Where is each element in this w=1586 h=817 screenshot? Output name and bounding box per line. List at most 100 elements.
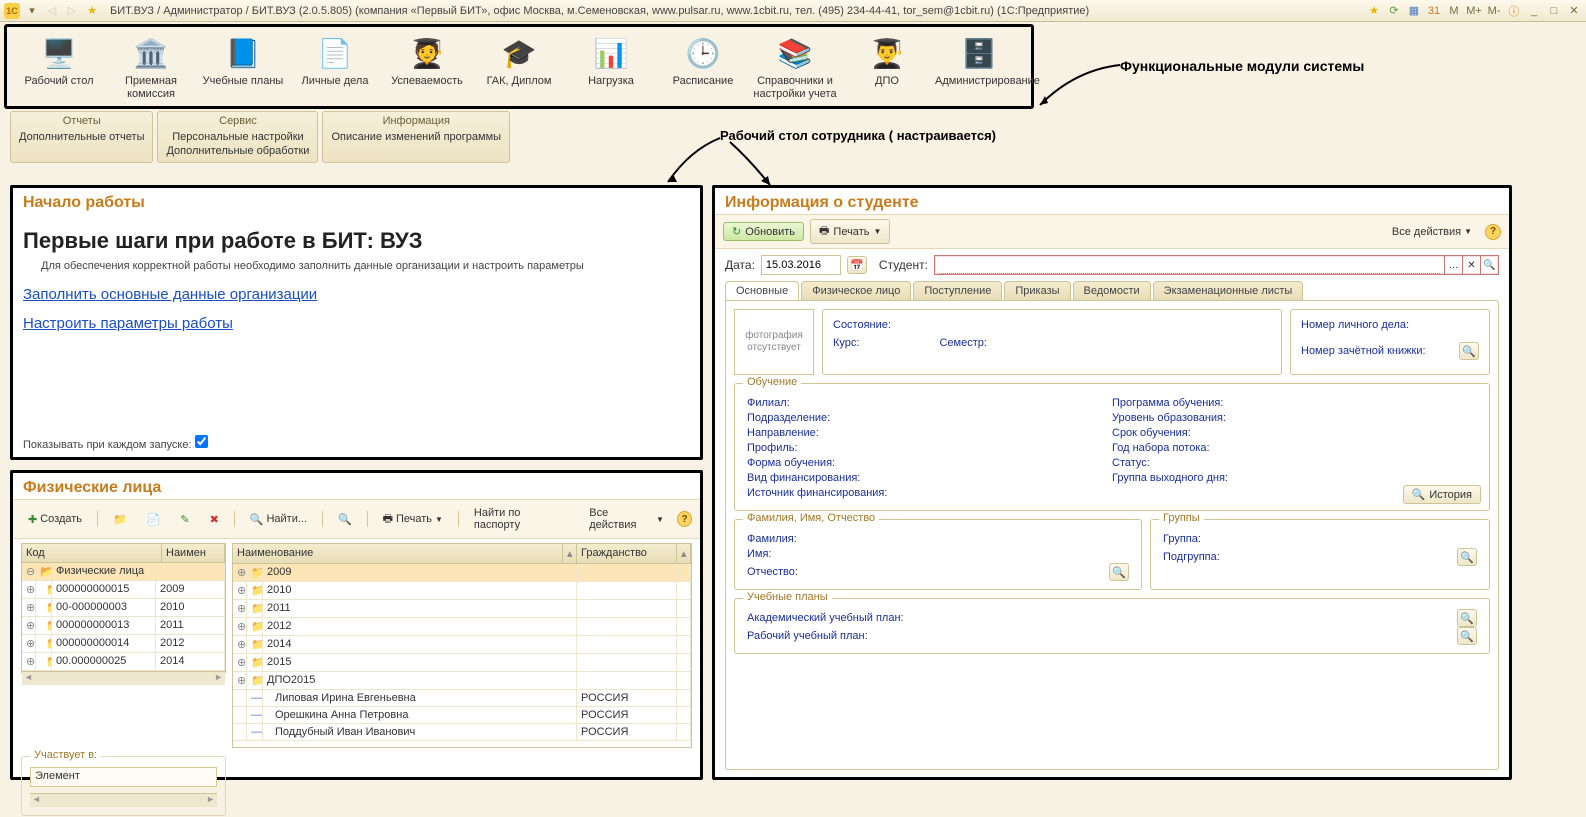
reports-link-0[interactable]: Дополнительные отчеты xyxy=(19,130,144,144)
start-heading: Первые шаги при работе в БИТ: ВУЗ xyxy=(23,228,690,254)
fio-group: Фамилия, Имя, Отчество Фамилия: Имя: Отч… xyxy=(734,519,1142,590)
patronymic-label: Отчество: xyxy=(747,566,798,578)
table-row[interactable]: —Поддубный Иван ИвановичРОССИЯ xyxy=(233,724,691,741)
tab-4[interactable]: Ведомости xyxy=(1073,281,1151,300)
student-select-icon[interactable]: … xyxy=(1444,256,1462,274)
education-legend: Обучение xyxy=(743,376,801,388)
course-label: Курс: xyxy=(833,337,859,349)
table-row[interactable]: ⊕📁0000000000142012 xyxy=(22,635,225,653)
help-icon[interactable]: ? xyxy=(677,511,692,527)
table-row[interactable]: ⊕📁0000000000152009 xyxy=(22,581,225,599)
edu-field: Направление: xyxy=(747,427,1112,439)
find-passport-button[interactable]: Найти по паспорту xyxy=(467,504,570,534)
student-help-icon[interactable]: ? xyxy=(1485,224,1501,240)
nav-back-icon[interactable]: ◁ xyxy=(44,3,60,19)
delete-button[interactable]: ✖ xyxy=(203,510,226,529)
table-row[interactable]: ⊕📁2015 xyxy=(233,654,691,672)
element-field[interactable]: Элемент xyxy=(30,767,217,787)
fio-search-icon[interactable]: 🔍 xyxy=(1109,563,1129,581)
date-input[interactable] xyxy=(761,255,841,275)
service-link-0[interactable]: Персональные настройки xyxy=(166,130,309,144)
persons-tree-right[interactable]: Наименование▴Гражданство▴ ⊕📁2009⊕📁2010⊕📁… xyxy=(232,543,692,748)
tab-3[interactable]: Приказы xyxy=(1004,281,1070,300)
m-plus-icon[interactable]: M+ xyxy=(1466,3,1482,19)
student-input[interactable]: … ✕ 🔍 xyxy=(934,255,1499,275)
module-5[interactable]: 🎓ГАК, Диплом xyxy=(473,31,565,104)
student-all-actions[interactable]: Все действия▼ xyxy=(1385,223,1479,241)
module-icon: 🕒 xyxy=(679,33,727,73)
gradebook-search-icon[interactable]: 🔍 xyxy=(1459,342,1479,360)
academic-plan-label: Академический учебный план: xyxy=(747,612,904,624)
module-7[interactable]: 🕒Расписание xyxy=(657,31,749,104)
info-link-0[interactable]: Описание изменений программы xyxy=(331,130,501,144)
date-label: Дата: xyxy=(725,258,755,272)
module-1[interactable]: 🏛️Приемная комиссия xyxy=(105,31,197,104)
tab-5[interactable]: Экзаменационные листы xyxy=(1153,281,1304,300)
group-search-icon[interactable]: 🔍 xyxy=(1457,548,1477,566)
link-setup-params[interactable]: Настроить параметры работы xyxy=(23,315,690,332)
table-row[interactable]: ⊕📁2012 xyxy=(233,618,691,636)
module-9[interactable]: 👨‍🎓ДПО xyxy=(841,31,933,104)
student-print-button[interactable]: 🖶Печать▼ xyxy=(810,219,890,244)
table-row[interactable]: —Орешкина Анна ПетровнаРОССИЯ xyxy=(233,707,691,724)
module-4[interactable]: 🧑‍🎓Успеваемость xyxy=(381,31,473,104)
table-row[interactable]: —Липовая Ирина ЕвгеньевнаРОССИЯ xyxy=(233,690,691,707)
star-icon[interactable]: ★ xyxy=(84,3,100,19)
edit-button[interactable]: ✎ xyxy=(173,510,196,529)
persons-tree-left[interactable]: КодНаимен ⊖📂Физические лица ⊕📁0000000000… xyxy=(21,543,226,673)
nav-fwd-icon[interactable]: ▷ xyxy=(64,3,80,19)
date-picker-icon[interactable]: 📅 xyxy=(847,256,867,274)
maximize-icon[interactable]: □ xyxy=(1546,3,1562,19)
table-row[interactable]: ⊕📁2014 xyxy=(233,636,691,654)
module-6[interactable]: 📊Нагрузка xyxy=(565,31,657,104)
table-row[interactable]: ⊕📁2011 xyxy=(233,600,691,618)
gradebook-label: Номер зачётной книжки: xyxy=(1301,345,1426,357)
module-label: Приемная комиссия xyxy=(107,75,195,100)
create-button[interactable]: ✚Создать xyxy=(21,510,89,529)
student-search-icon[interactable]: 🔍 xyxy=(1480,256,1498,274)
show-on-start-checkbox[interactable] xyxy=(195,435,208,448)
module-2[interactable]: 📘Учебные планы xyxy=(197,31,289,104)
tab-2[interactable]: Поступление xyxy=(913,281,1002,300)
history-button[interactable]: 🔍История xyxy=(1403,485,1481,504)
calc-icon[interactable]: ▦ xyxy=(1406,3,1422,19)
minimize-icon[interactable]: _ xyxy=(1526,3,1542,19)
student-clear-icon[interactable]: ✕ xyxy=(1462,256,1480,274)
show-on-start-label: Показывать при каждом запуске: xyxy=(23,439,192,451)
dropdown-icon[interactable]: ▾ xyxy=(24,3,40,19)
link-fill-org[interactable]: Заполнить основные данные организации xyxy=(23,286,690,303)
start-desc: Для обеспечения корректной работы необхо… xyxy=(23,260,690,272)
close-icon[interactable]: ✕ xyxy=(1566,3,1582,19)
tab-0[interactable]: Основные xyxy=(725,281,799,300)
table-row[interactable]: ⊕📁00-0000000032010 xyxy=(22,599,225,617)
table-row[interactable]: ⊕📁00.0000000252014 xyxy=(22,653,225,671)
find-button[interactable]: 🔍Найти... xyxy=(243,510,314,529)
tab-1[interactable]: Физическое лицо xyxy=(801,281,911,300)
participates-legend: Участвует в: xyxy=(30,749,101,761)
all-actions-button[interactable]: Все действия▼ xyxy=(582,504,671,534)
service-panel: Сервис Персональные настройки Дополнител… xyxy=(157,111,318,163)
m-icon[interactable]: M xyxy=(1446,3,1462,19)
clear-find-button[interactable]: 🔍 xyxy=(331,510,359,529)
copy-button[interactable]: 📄 xyxy=(140,510,168,529)
table-row[interactable]: ⊕📁2010 xyxy=(233,582,691,600)
calendar-icon[interactable]: 31 xyxy=(1426,3,1442,19)
working-plan-search-icon[interactable]: 🔍 xyxy=(1457,627,1477,645)
module-3[interactable]: 📄Личные дела xyxy=(289,31,381,104)
service-link-1[interactable]: Дополнительные обработки xyxy=(166,144,309,158)
module-8[interactable]: 📚Справочники и настройки учета xyxy=(749,31,841,104)
module-10[interactable]: 🗄️Администрирование xyxy=(933,31,1025,104)
history-icon[interactable]: ⟳ xyxy=(1386,3,1402,19)
module-0[interactable]: 🖥️Рабочий стол xyxy=(13,31,105,104)
print-button[interactable]: 🖶Печать▼ xyxy=(376,507,450,532)
table-row[interactable]: ⊕📁2009 xyxy=(233,564,691,582)
table-row[interactable]: ⊕📁0000000000132011 xyxy=(22,617,225,635)
refresh-button[interactable]: ↻Обновить xyxy=(723,222,804,241)
m-minus-icon[interactable]: M- xyxy=(1486,3,1502,19)
edu-field: Филиал: xyxy=(747,397,1112,409)
new-folder-button[interactable]: 📁 xyxy=(106,510,134,529)
info-icon[interactable]: ⓘ xyxy=(1506,3,1522,19)
fav-icon[interactable]: ★ xyxy=(1366,3,1382,19)
table-row[interactable]: ⊕📁ДПО2015 xyxy=(233,672,691,690)
academic-plan-search-icon[interactable]: 🔍 xyxy=(1457,609,1477,627)
